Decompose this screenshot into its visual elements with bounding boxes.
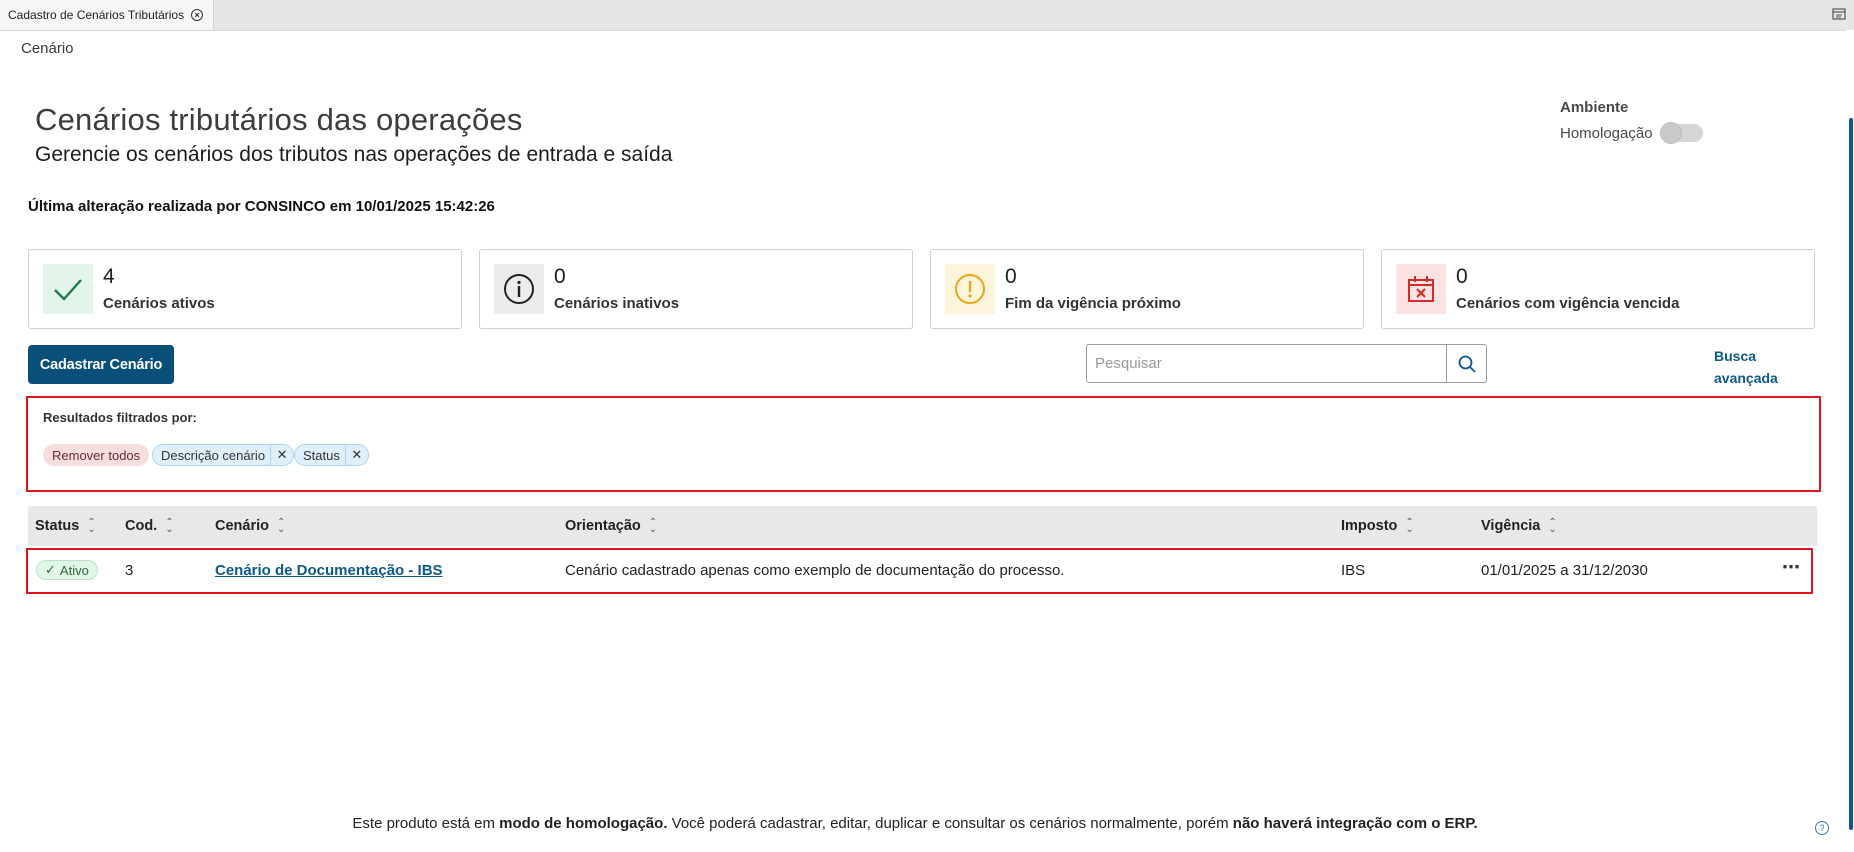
check-icon <box>43 264 93 314</box>
card-label: Fim da vigência próximo <box>1005 295 1181 312</box>
scenario-link[interactable]: Cenário de Documentação - IBS <box>215 562 443 579</box>
warning-icon <box>945 264 995 314</box>
search-button[interactable] <box>1446 345 1486 382</box>
tab-cadastro-cenarios[interactable]: Cadastro de Cenários Tributários × <box>0 0 215 30</box>
remove-all-filters-button[interactable]: Remover todos <box>43 444 150 466</box>
vertical-scrollbar[interactable] <box>1846 30 1854 852</box>
card-inactive-scenarios[interactable]: 0 Cenários inativos <box>479 249 913 329</box>
column-header-orientation[interactable]: Orientação ⌃ ⌄ <box>565 506 657 546</box>
window-menu-icon[interactable] <box>1832 8 1848 22</box>
sort-icon: ⌃ ⌄ <box>87 517 96 535</box>
sort-icon: ⌃ ⌄ <box>1405 517 1414 535</box>
advanced-search-link[interactable]: Busca avançada <box>1714 345 1784 389</box>
card-active-scenarios[interactable]: 4 Cenários ativos <box>28 249 462 329</box>
filter-title: Resultados filtrados por: <box>43 410 197 425</box>
filter-chip-label: Status <box>303 447 340 463</box>
calendar-x-icon <box>1396 264 1446 314</box>
card-label: Cenários inativos <box>554 295 680 312</box>
homologation-footer-notice: Este produto está em modo de homologação… <box>352 815 1478 832</box>
search-box <box>1086 344 1487 383</box>
filter-chip-status: Status ✕ <box>294 444 369 466</box>
filter-results-panel <box>26 396 1821 492</box>
cell-validity: 01/01/2025 a 31/12/2030 <box>1481 562 1648 579</box>
cell-orientation: Cenário cadastrado apenas como exemplo d… <box>565 562 1065 579</box>
card-validity-ending-soon[interactable]: 0 Fim da vigência próximo <box>930 249 1364 329</box>
sort-icon: ⌃ ⌄ <box>648 517 658 535</box>
page-title: Cenários tributários das operações <box>35 102 523 137</box>
environment-label: Ambiente <box>1560 99 1629 116</box>
tab-title: Cadastro de Cenários Tributários <box>8 8 185 22</box>
card-label: Cenários com vigência vencida <box>1456 295 1680 312</box>
card-label: Cenários ativos <box>103 295 215 312</box>
status-badge: ✓ Ativo <box>36 560 98 580</box>
column-header-code[interactable]: Cod. ⌃ ⌄ <box>125 506 174 546</box>
card-count: 0 <box>1005 265 1017 288</box>
card-expired-scenarios[interactable]: 0 Cenários com vigência vencida <box>1381 249 1815 329</box>
homologation-label: Homologação <box>1560 124 1653 142</box>
close-icon[interactable]: ✕ <box>344 445 368 465</box>
column-header-validity[interactable]: Vigência ⌃ ⌄ <box>1481 506 1557 546</box>
column-header-status[interactable]: Status ⌃ ⌄ <box>35 506 96 546</box>
toggle-knob <box>1659 122 1682 144</box>
search-input[interactable] <box>1087 345 1447 382</box>
search-icon <box>1458 355 1476 373</box>
last-modified-text: Última alteração realizada por CONSINCO … <box>28 198 495 215</box>
help-icon[interactable]: ? <box>1815 821 1829 835</box>
register-scenario-button[interactable]: Cadastrar Cenário <box>28 345 174 384</box>
scrollbar-thumb[interactable] <box>1849 118 1853 830</box>
sort-icon: ⌃ ⌄ <box>1548 517 1557 535</box>
more-options-icon[interactable]: ⋯ <box>1782 557 1801 578</box>
close-tab-icon[interactable]: × <box>191 9 204 21</box>
environment-toggle-row: Homologação <box>1560 122 1703 144</box>
sort-icon: ⌃ ⌄ <box>165 517 174 535</box>
close-icon[interactable]: ✕ <box>270 445 293 465</box>
card-count: 0 <box>1456 265 1468 288</box>
check-icon: ✓ <box>45 562 56 577</box>
table-header: Status ⌃ ⌄ Cod. ⌃ ⌄ Cenário ⌃ ⌄ Orientação ⌃ ⌄ I… <box>28 506 1817 546</box>
page-subtitle: Gerencie os cenários dos tributos nas op… <box>35 143 673 166</box>
cell-code: 3 <box>125 562 134 579</box>
column-header-tax[interactable]: Imposto ⌃ ⌄ <box>1341 506 1414 546</box>
info-icon <box>494 264 544 314</box>
card-count: 4 <box>103 265 115 288</box>
tab-bar: Cadastro de Cenários Tributários × <box>0 0 1854 31</box>
sort-icon: ⌃ ⌄ <box>277 517 286 535</box>
filter-chip-description: Descrição cenário ✕ <box>152 444 295 466</box>
homologation-toggle[interactable] <box>1659 122 1703 144</box>
cell-tax: IBS <box>1341 562 1366 579</box>
breadcrumb[interactable]: Cenário <box>21 40 74 57</box>
card-count: 0 <box>554 265 566 288</box>
column-header-scenario[interactable]: Cenário ⌃ ⌄ <box>215 506 285 546</box>
filter-chip-label: Descrição cenário <box>161 447 266 463</box>
